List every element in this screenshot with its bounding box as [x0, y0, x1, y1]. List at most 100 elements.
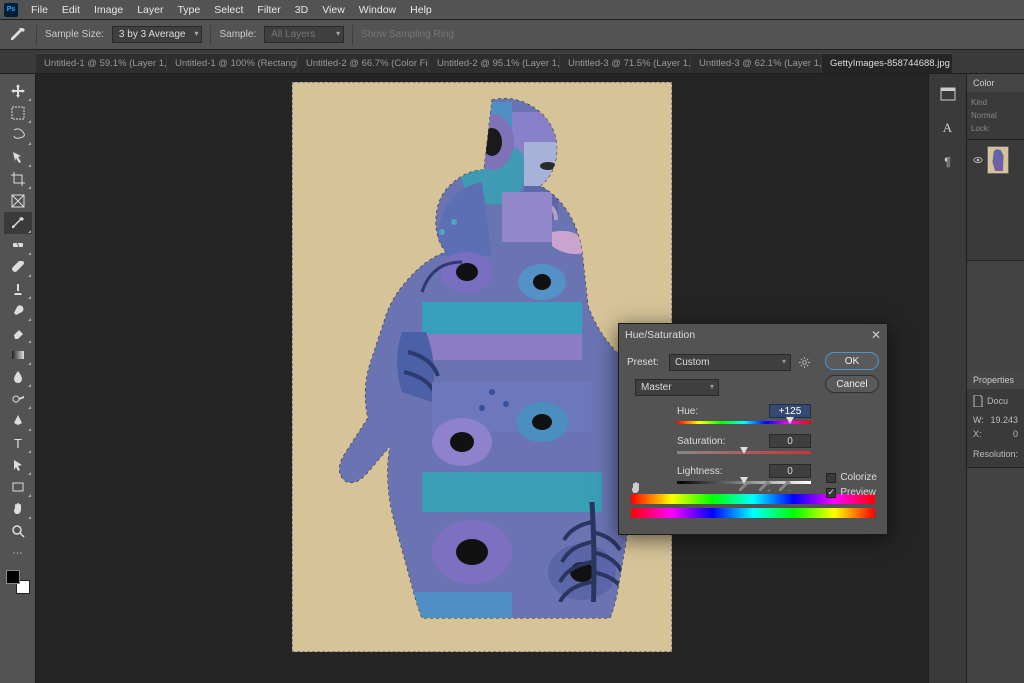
hand-tool[interactable] [4, 498, 32, 520]
lightness-label: Lightness: [677, 466, 723, 477]
hue-label: Hue: [677, 406, 698, 417]
menu-3d[interactable]: 3D [288, 2, 315, 18]
svg-text:T: T [14, 436, 22, 450]
layer-thumbnail[interactable] [987, 146, 1009, 174]
document-tab[interactable]: Untitled-2 @ 66.7% (Color Fill ...× [298, 53, 428, 73]
paragraph-panel-icon[interactable]: ¶ [936, 152, 960, 172]
saturation-label: Saturation: [677, 436, 725, 447]
spot-heal-tool[interactable] [4, 234, 32, 256]
color-spectrum-bottom [631, 508, 875, 518]
hue-value-input[interactable]: +125 [769, 404, 811, 418]
clone-stamp-tool[interactable] [4, 278, 32, 300]
preset-dropdown[interactable]: Custom [669, 354, 791, 371]
eyedropper-icon[interactable] [739, 481, 751, 496]
menu-filter[interactable]: Filter [250, 2, 287, 18]
edit-toolbar[interactable]: ⋯ [4, 542, 32, 564]
separator [210, 25, 211, 45]
color-panel[interactable]: Color Kind Normal Lock: [967, 74, 1024, 140]
path-select-tool[interactable] [4, 454, 32, 476]
visibility-icon[interactable] [973, 155, 983, 165]
close-icon[interactable]: ✕ [871, 328, 881, 342]
pen-tool[interactable] [4, 410, 32, 432]
cancel-button[interactable]: Cancel [825, 375, 879, 393]
panels-column: Color Kind Normal Lock: Properties Docu [966, 74, 1024, 683]
eyedropper-tool[interactable] [4, 212, 32, 234]
frame-tool[interactable] [4, 190, 32, 212]
marquee-tool[interactable] [4, 102, 32, 124]
layers-panel[interactable] [967, 140, 1024, 261]
dodge-tool[interactable] [4, 388, 32, 410]
document-tabs: Untitled-1 @ 59.1% (Layer 1, R...× Untit… [0, 50, 1024, 74]
colorize-checkbox[interactable]: Colorize [826, 472, 877, 483]
foreground-background-colors[interactable] [6, 570, 30, 594]
menu-file[interactable]: File [24, 2, 55, 18]
document-icon [973, 395, 983, 407]
eyedropper-subtract-icon[interactable]: − [779, 481, 791, 496]
hue-slider-thumb[interactable] [786, 417, 794, 424]
properties-panel[interactable]: Properties Docu W:19.243 X:0 Resolution: [967, 371, 1024, 468]
canvas-area[interactable]: Hue/Saturation ✕ OK Cancel Preset: Custo… [36, 74, 928, 683]
menu-window[interactable]: Window [352, 2, 403, 18]
panel-tab-properties[interactable]: Properties [967, 371, 1024, 389]
document-canvas[interactable] [292, 82, 672, 652]
layer-row[interactable] [971, 144, 1020, 176]
document-tab[interactable]: Untitled-3 @ 71.5% (Layer 1, Q...× [560, 53, 690, 73]
panel-icon[interactable] [936, 84, 960, 104]
menu-edit[interactable]: Edit [55, 2, 87, 18]
document-tab[interactable]: Untitled-3 @ 62.1% (Layer 1, Q...× [691, 53, 821, 73]
menu-layer[interactable]: Layer [130, 2, 170, 18]
sample-size-dropdown[interactable]: 3 by 3 Average [112, 26, 203, 43]
lightness-value-input[interactable]: 0 [769, 464, 811, 478]
dialog-titlebar[interactable]: Hue/Saturation ✕ [619, 324, 887, 346]
lasso-tool[interactable] [4, 124, 32, 146]
crop-tool[interactable] [4, 168, 32, 190]
channel-dropdown[interactable]: Master [635, 379, 719, 396]
menu-help[interactable]: Help [403, 2, 439, 18]
document-tab[interactable]: Untitled-1 @ 59.1% (Layer 1, R...× [36, 53, 166, 73]
ok-button[interactable]: OK [825, 352, 879, 370]
sample-dropdown[interactable]: All Layers [264, 26, 344, 43]
workspace: T ⋯ [0, 74, 1024, 683]
svg-text:+: + [767, 488, 771, 493]
hue-slider-track[interactable] [677, 421, 811, 424]
type-tool[interactable]: T [4, 432, 32, 454]
artwork-figure [292, 82, 672, 652]
separator [36, 25, 37, 45]
eyedropper-add-icon[interactable]: + [759, 481, 771, 496]
zoom-tool[interactable] [4, 520, 32, 542]
menu-view[interactable]: View [315, 2, 352, 18]
panel-tab-color[interactable]: Color [967, 74, 1024, 92]
document-tab[interactable]: Untitled-1 @ 100% (Rectangle ...× [167, 53, 297, 73]
preview-checkbox[interactable]: ✓Preview [826, 487, 877, 498]
brush-tool[interactable] [4, 256, 32, 278]
move-tool[interactable] [4, 80, 32, 102]
scrubby-hand-icon[interactable] [629, 481, 645, 498]
separator [352, 25, 353, 45]
saturation-value-input[interactable]: 0 [769, 434, 811, 448]
dialog-title: Hue/Saturation [625, 329, 695, 341]
show-sampling-ring-checkbox[interactable]: Show Sampling Ring [361, 29, 454, 40]
document-tab-active[interactable]: GettyImages-858744688.jpg @ 10.3% (RGB/8… [822, 53, 952, 73]
saturation-slider-thumb[interactable] [740, 447, 748, 454]
menu-type[interactable]: Type [170, 2, 207, 18]
saturation-slider-track[interactable] [677, 451, 811, 454]
menu-image[interactable]: Image [87, 2, 130, 18]
history-brush-tool[interactable] [4, 300, 32, 322]
menu-bar: Ps File Edit Image Layer Type Select Fil… [0, 0, 1024, 20]
sample-size-label: Sample Size: [45, 29, 104, 40]
menu-select[interactable]: Select [207, 2, 250, 18]
eraser-tool[interactable] [4, 322, 32, 344]
gradient-tool[interactable] [4, 344, 32, 366]
eyedropper-icon [8, 25, 28, 45]
preset-label: Preset: [627, 357, 663, 368]
rectangle-tool[interactable] [4, 476, 32, 498]
quick-select-tool[interactable] [4, 146, 32, 168]
character-panel-icon[interactable]: A [936, 118, 960, 138]
app-logo: Ps [4, 3, 18, 17]
hue-saturation-dialog[interactable]: Hue/Saturation ✕ OK Cancel Preset: Custo… [618, 323, 888, 535]
svg-text:−: − [787, 488, 791, 493]
foreground-color-swatch[interactable] [6, 570, 20, 584]
blur-tool[interactable] [4, 366, 32, 388]
document-tab[interactable]: Untitled-2 @ 95.1% (Layer 1, R...× [429, 53, 559, 73]
gear-icon[interactable] [797, 356, 811, 370]
